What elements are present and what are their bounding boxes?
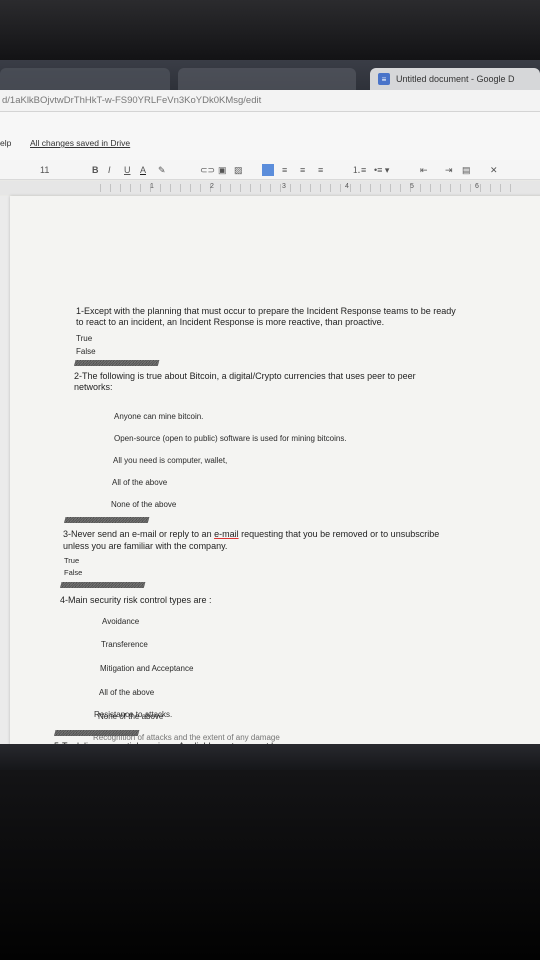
tab-title: Untitled document - Google D [396, 74, 515, 84]
browser-tab-bar: ≡ Untitled document - Google D [0, 60, 540, 90]
q3-option-false: False [64, 568, 83, 577]
underline-button[interactable]: U [124, 163, 131, 177]
ruler[interactable]: 1 2 3 4 5 6 [0, 181, 540, 195]
link-icon[interactable]: ⊂⊃ [200, 163, 215, 177]
photo-background-top [0, 0, 540, 62]
q3-text-pre: 3-Never send an e-mail or reply to an [63, 529, 215, 539]
align-left-icon[interactable] [262, 164, 274, 176]
q4-option-2: Transference [101, 640, 148, 649]
google-docs-icon: ≡ [378, 73, 390, 85]
ruler-mark: 2 [210, 183, 214, 190]
bold-button[interactable]: B [92, 163, 99, 177]
decrease-indent-icon[interactable]: ⇤ [420, 163, 428, 177]
numbered-list-icon[interactable]: ⒈≡ [352, 163, 366, 177]
ruler-mark: 1 [150, 183, 154, 190]
q2-option-2: Open-source (open to public) software is… [114, 434, 347, 443]
monitor-screen: ≡ Untitled document - Google D d/1aKlkBO… [0, 60, 540, 772]
taskbar [0, 744, 540, 772]
address-bar[interactable]: d/1aKlkBOjvtwDrThHkT-w-FS90YRLFeVn3KoYDk… [0, 90, 540, 112]
menu-help[interactable]: elp [0, 138, 11, 148]
q3-spellcheck-word[interactable]: e-mail [214, 529, 239, 539]
ruler-mark: 5 [410, 183, 414, 190]
browser-tab-active[interactable]: ≡ Untitled document - Google D [370, 68, 540, 90]
q4-option-1: Avoidance [102, 617, 140, 626]
ruler-mark: 3 [282, 183, 286, 190]
align-justify-icon[interactable]: ≡ [318, 163, 323, 177]
highlight-pen-icon[interactable]: ✎ [158, 163, 166, 177]
question-1-line-1: 1-Except with the planning that must occ… [76, 306, 456, 316]
url-text: d/1aKlkBOjvtwDrThHkT-w-FS90YRLFeVn3KoYDk… [2, 95, 262, 106]
more-icon[interactable]: ▤ [462, 163, 471, 177]
ruler-mark: 4 [345, 183, 349, 190]
q3-option-true: True [64, 556, 80, 565]
document-canvas: 1-Except with the planning that must occ… [0, 196, 540, 756]
text-color-button[interactable]: A [140, 163, 146, 177]
q2-option-3: All you need is computer, wallet, [113, 456, 228, 465]
question-2-line-2: networks: [74, 382, 113, 392]
q2-option-4: All of the above [112, 478, 168, 487]
document-page[interactable]: 1-Except with the planning that must occ… [10, 196, 540, 756]
image-icon[interactable]: ▨ [234, 163, 243, 177]
increase-indent-icon[interactable]: ⇥ [445, 163, 453, 177]
q1-option-false: False [76, 347, 96, 356]
formatting-toolbar: 11 B I U A ✎ ⊂⊃ ▣ ▨ ≡ ≡ ≡ ⒈≡ •≡ ▾ ⇤ ⇥ ▤ … [0, 160, 540, 180]
comment-icon[interactable]: ▣ [218, 163, 227, 177]
q5-option-1: Resistance to attacks. [94, 710, 173, 719]
q2-option-1: Anyone can mine bitcoin. [114, 412, 204, 421]
clear-formatting-icon[interactable]: ✕ [490, 163, 498, 177]
q4-option-3: Mitigation and Acceptance [100, 664, 194, 673]
align-right-icon[interactable]: ≡ [300, 163, 305, 177]
browser-tab[interactable] [178, 68, 356, 90]
bulleted-list-icon[interactable]: •≡ ▾ [374, 163, 389, 177]
docs-menubar: elp All changes saved in Drive [0, 112, 540, 160]
q3-text-post: requesting that you be removed or to uns… [238, 529, 440, 539]
italic-button[interactable]: I [108, 163, 111, 177]
font-size-select[interactable]: 11 [40, 163, 49, 177]
photo-background-bottom [0, 770, 540, 960]
question-1-line-2: to react to an incident, an Incident Res… [76, 317, 385, 327]
ruler-ticks [100, 184, 520, 192]
q4-option-4: All of the above [99, 688, 155, 697]
question-2-line-1: 2-The following is true about Bitcoin, a… [74, 371, 416, 381]
question-3-line-1: 3-Never send an e-mail or reply to an e-… [63, 529, 439, 540]
separator-line: ////////////////////////////////////////… [74, 359, 159, 368]
q2-option-5: None of the above [111, 500, 177, 509]
question-4-line-1: 4-Main security risk control types are : [60, 595, 212, 605]
align-center-icon[interactable]: ≡ [282, 163, 287, 177]
separator-line: ////////////////////////////////////////… [60, 581, 145, 590]
browser-tab[interactable] [0, 68, 170, 90]
q1-option-true: True [76, 334, 93, 343]
question-3-line-2: unless you are familiar with the company… [63, 541, 228, 551]
separator-line: ////////////////////////////////////////… [64, 516, 149, 525]
ruler-mark: 6 [475, 183, 479, 190]
saved-status-link[interactable]: All changes saved in Drive [30, 138, 130, 148]
q5-option-2: Recognition of attacks and the extent of… [93, 733, 280, 742]
